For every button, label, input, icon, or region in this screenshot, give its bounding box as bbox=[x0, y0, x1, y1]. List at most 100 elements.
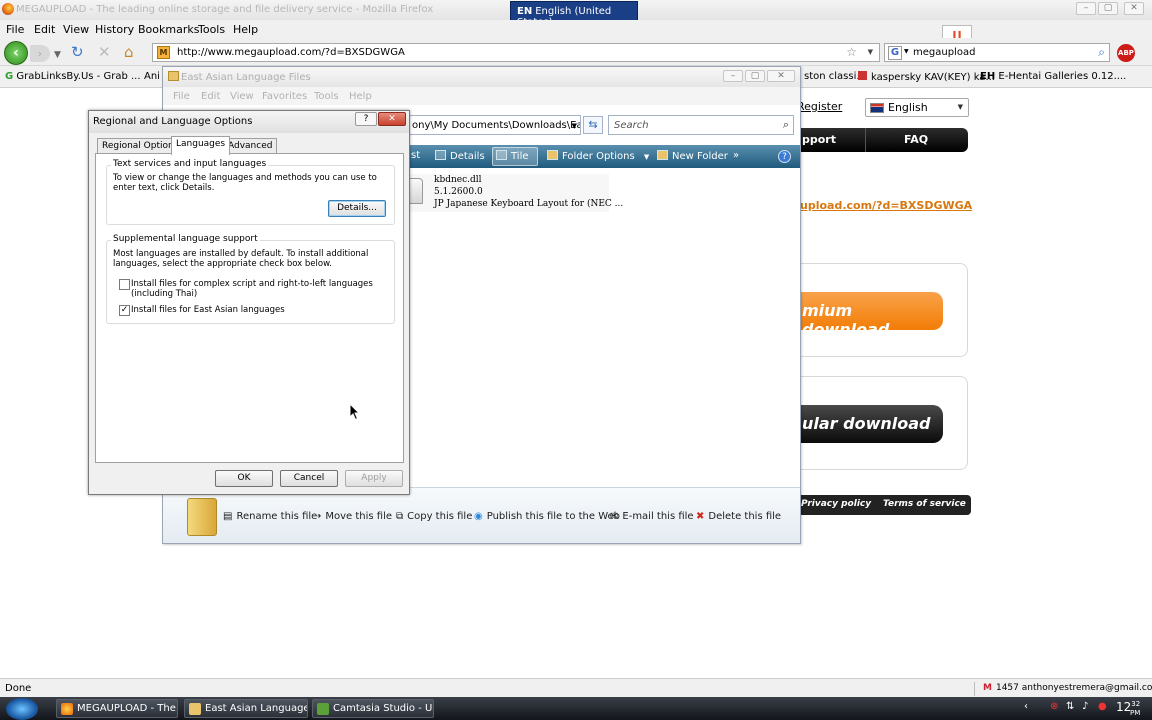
explorer-title: East Asian Language Files bbox=[181, 72, 311, 83]
alert-icon[interactable]: ● bbox=[1098, 701, 1107, 712]
firefox-icon bbox=[2, 3, 14, 15]
menu-view[interactable]: View bbox=[63, 23, 89, 36]
site-nav-faq[interactable]: FAQ bbox=[904, 133, 928, 146]
maximize-icon[interactable]: ▢ bbox=[745, 70, 765, 82]
forward-button[interactable]: › bbox=[30, 45, 50, 62]
rename-icon: ▤ bbox=[223, 511, 233, 522]
site-nav-support[interactable]: pport bbox=[802, 133, 836, 146]
close-icon[interactable]: ✕ bbox=[767, 70, 795, 82]
close-icon[interactable]: ✕ bbox=[378, 112, 406, 126]
security-icon[interactable]: ⊗ bbox=[1050, 701, 1058, 712]
explorer-menu-tools[interactable]: Tools bbox=[314, 91, 339, 102]
cancel-button[interactable]: Cancel bbox=[280, 470, 338, 487]
tab-languages[interactable]: Languages bbox=[171, 136, 231, 155]
menu-file[interactable]: File bbox=[6, 23, 24, 36]
adblock-plus-icon[interactable]: ABP bbox=[1117, 44, 1135, 62]
home-icon[interactable]: ⌂ bbox=[124, 44, 134, 60]
menu-tools[interactable]: Tools bbox=[198, 23, 225, 36]
explorer-search-input[interactable]: Search ⌕ bbox=[608, 115, 794, 135]
move-file-button[interactable]: ⇢ Move this file bbox=[313, 511, 392, 522]
toolbar-list-view[interactable]: st bbox=[411, 150, 420, 161]
details-button[interactable]: Details... bbox=[328, 200, 386, 217]
toolbar-tile-view[interactable]: Tile bbox=[496, 150, 529, 162]
complex-script-label: Install files for complex script and rig… bbox=[131, 279, 373, 299]
search-bar[interactable]: G ▼ megaupload ⌕ bbox=[884, 43, 1110, 62]
tab-advanced[interactable]: Advanced bbox=[223, 138, 278, 154]
menu-edit[interactable]: Edit bbox=[34, 23, 55, 36]
minimize-icon[interactable]: – bbox=[1076, 2, 1096, 15]
help-icon[interactable]: ? bbox=[778, 150, 791, 163]
toolbar-more[interactable]: » bbox=[733, 150, 739, 161]
url-bar[interactable]: M http://www.megaupload.com/?d=BXSDGWGA … bbox=[152, 43, 880, 62]
east-asian-checkbox[interactable]: ✓ bbox=[119, 305, 130, 316]
clock[interactable]: 1232 PM bbox=[1116, 700, 1140, 717]
maximize-icon[interactable]: ▢ bbox=[1098, 2, 1118, 15]
stop-icon[interactable]: ✕ bbox=[98, 44, 111, 60]
gmail-notifier[interactable]: M 1457 anthonyestremera@gmail.com bbox=[974, 682, 1152, 696]
delete-file-button[interactable]: ✖ Delete this file bbox=[696, 511, 781, 522]
privacy-policy-link[interactable]: Privacy policy bbox=[801, 499, 871, 509]
toolbar-folder-options[interactable]: Folder Options ▼ bbox=[547, 150, 649, 162]
text-services-label: Text services and input languages bbox=[111, 159, 269, 169]
firefox-icon bbox=[61, 703, 73, 715]
volume-icon[interactable]: ♪ bbox=[1082, 701, 1088, 712]
url-dropdown-icon[interactable]: ▼ bbox=[868, 48, 873, 56]
explorer-menu-edit[interactable]: Edit bbox=[201, 91, 220, 102]
email-file-button[interactable]: ✉ E-mail this file bbox=[610, 511, 694, 522]
menu-help[interactable]: Help bbox=[233, 23, 258, 36]
minimize-icon[interactable]: – bbox=[723, 70, 743, 82]
bookmark-item[interactable]: Ani bbox=[144, 71, 160, 82]
bookmark-item[interactable]: EH E-Hentai Galleries 0.12.... bbox=[980, 71, 1126, 82]
explorer-address-bar[interactable]: ony\My Documents\Downloads\East A ▼ bbox=[409, 115, 581, 135]
search-icon[interactable]: ⌕ bbox=[1098, 45, 1105, 60]
history-dropdown-icon[interactable]: ▼ bbox=[54, 47, 61, 63]
file-url-link[interactable]: upload.com/?d=BXSDGWGA bbox=[800, 199, 972, 212]
regular-download-button[interactable]: ular download bbox=[800, 405, 943, 443]
explorer-refresh-icon[interactable]: ⇆ bbox=[583, 116, 603, 134]
register-link[interactable]: Register bbox=[797, 100, 842, 113]
language-select[interactable]: English ▼ bbox=[865, 98, 969, 117]
close-icon[interactable]: ✕ bbox=[1124, 2, 1144, 15]
bookmark-star-icon[interactable]: ☆ bbox=[846, 45, 857, 59]
explorer-menu-help[interactable]: Help bbox=[349, 91, 372, 102]
search-icon[interactable]: ⌕ bbox=[783, 118, 789, 132]
toolbar-details-view[interactable]: Details bbox=[435, 150, 485, 162]
publish-file-button[interactable]: ◉ Publish this file to the Web bbox=[474, 511, 620, 522]
mail-count: 1457 bbox=[995, 683, 1019, 693]
network-icon[interactable]: ⇅ bbox=[1066, 701, 1074, 712]
bookmark-item[interactable]: ston classi... bbox=[804, 71, 866, 82]
taskbar-item-firefox[interactable]: MEGAUPLOAD - The... bbox=[56, 699, 178, 718]
apply-button[interactable]: Apply bbox=[345, 470, 403, 487]
input-language-bar[interactable]: ENEnglish (United States) bbox=[510, 1, 638, 28]
reload-icon[interactable]: ↻ bbox=[71, 44, 84, 60]
menu-bookmarks[interactable]: Bookmarks bbox=[138, 23, 199, 36]
help-icon[interactable]: ? bbox=[355, 112, 377, 126]
complex-script-checkbox[interactable] bbox=[119, 279, 130, 290]
bookmark-eh-badge: EH bbox=[980, 71, 996, 82]
terms-of-service-link[interactable]: Terms of service bbox=[883, 499, 966, 509]
ok-button[interactable]: OK bbox=[215, 470, 273, 487]
menu-history[interactable]: History bbox=[95, 23, 134, 36]
premium-download-button[interactable]: mium download bbox=[800, 292, 943, 339]
tray-expand-icon[interactable]: ‹ bbox=[1024, 701, 1028, 712]
copy-file-button[interactable]: ⧉ Copy this file bbox=[396, 511, 472, 522]
dialog-title-bar: Regional and Language Options ? ✕ bbox=[89, 111, 409, 133]
file-name: kbdnec.dll bbox=[434, 175, 482, 185]
bookmark-item[interactable]: G GrabLinksBy.Us - Grab ... bbox=[5, 71, 141, 82]
file-tile-kbdnec[interactable]: kbdnec.dll 5.1.2600.0 JP Japanese Keyboa… bbox=[409, 174, 623, 212]
explorer-menu-view[interactable]: View bbox=[230, 91, 254, 102]
bookmark-item[interactable]: kaspersky KAV(KEY) ka... bbox=[858, 71, 995, 83]
toolbar-new-folder[interactable]: New Folder bbox=[657, 150, 728, 162]
back-button[interactable]: ‹ bbox=[4, 41, 28, 65]
start-button[interactable] bbox=[6, 698, 38, 720]
explorer-task-bar: ▤ Rename this file ⇢ Move this file ⧉ Copy … bbox=[163, 487, 800, 543]
supplemental-support-description: Most languages are installed by default.… bbox=[113, 249, 369, 269]
search-engine-icon[interactable]: G bbox=[888, 46, 902, 60]
explorer-menu-favorites[interactable]: Favorites bbox=[262, 91, 307, 102]
chevron-down-icon[interactable]: ▼ bbox=[572, 122, 577, 130]
taskbar-item-camtasia[interactable]: Camtasia Studio - U... bbox=[312, 699, 434, 718]
taskbar-item-explorer[interactable]: East Asian Language ... bbox=[184, 699, 308, 718]
explorer-menu-file[interactable]: File bbox=[173, 91, 190, 102]
rename-file-button[interactable]: ▤ Rename this file bbox=[223, 511, 317, 522]
search-engine-dropdown-icon[interactable]: ▼ bbox=[904, 48, 909, 55]
